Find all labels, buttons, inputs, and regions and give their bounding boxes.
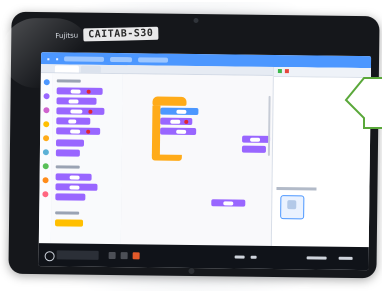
project-title-field[interactable] bbox=[64, 55, 105, 62]
task-view-icon[interactable] bbox=[108, 251, 116, 260]
camera-icon bbox=[193, 17, 199, 24]
category-events[interactable] bbox=[43, 121, 50, 128]
looks-block[interactable] bbox=[56, 127, 101, 135]
looks-block[interactable] bbox=[56, 117, 91, 125]
looks-block[interactable] bbox=[56, 97, 97, 105]
windows-taskbar bbox=[38, 243, 369, 271]
looks-block[interactable] bbox=[55, 193, 86, 201]
script-workspace[interactable] bbox=[120, 74, 273, 246]
looks-block[interactable] bbox=[55, 173, 92, 181]
looks-block[interactable] bbox=[241, 145, 266, 153]
volume-icon[interactable] bbox=[250, 255, 257, 259]
tab-costumes[interactable] bbox=[80, 65, 101, 73]
category-sound[interactable] bbox=[43, 107, 50, 114]
looks-block[interactable] bbox=[56, 87, 103, 95]
stop-icon[interactable] bbox=[284, 69, 289, 74]
workspace-scrollbar[interactable] bbox=[267, 95, 271, 156]
speech-callout-icon bbox=[344, 77, 382, 129]
taskbar-search-box[interactable] bbox=[56, 250, 99, 260]
events-block[interactable] bbox=[54, 219, 84, 227]
green-flag-icon[interactable] bbox=[277, 69, 282, 74]
see-project-page-button[interactable] bbox=[138, 56, 169, 63]
tablet-screen: ▪ ▪ bbox=[38, 52, 372, 271]
category-motion[interactable] bbox=[43, 79, 50, 86]
looks-block[interactable] bbox=[55, 139, 85, 147]
clock[interactable] bbox=[338, 256, 353, 260]
category-looks[interactable] bbox=[43, 93, 50, 100]
looks-block[interactable] bbox=[242, 135, 271, 143]
category-operators[interactable] bbox=[42, 163, 49, 170]
sprite-thumbnail[interactable] bbox=[280, 195, 305, 220]
looks-block[interactable] bbox=[55, 183, 98, 191]
sprite-icon bbox=[287, 200, 297, 210]
device-model-tag: CAITAB-S30 bbox=[83, 26, 159, 42]
looks-block[interactable] bbox=[160, 117, 193, 125]
sprite-info-bar bbox=[276, 187, 317, 191]
menu-item-edit[interactable]: ▪ bbox=[56, 56, 59, 61]
category-sensing[interactable] bbox=[42, 149, 49, 156]
taskbar-app-active-icon[interactable] bbox=[132, 252, 140, 260]
control-hat-block[interactable] bbox=[152, 96, 187, 106]
looks-block[interactable] bbox=[55, 149, 80, 157]
palette-heading bbox=[55, 165, 80, 169]
tab-code[interactable] bbox=[54, 65, 79, 73]
block-palette bbox=[50, 73, 124, 245]
taskbar-app-icon[interactable] bbox=[120, 252, 128, 260]
share-button[interactable] bbox=[110, 56, 133, 62]
category-control[interactable] bbox=[43, 135, 50, 142]
tray-icons[interactable] bbox=[234, 255, 245, 259]
palette-heading bbox=[56, 79, 81, 83]
device-brand: Fujitsu bbox=[55, 31, 79, 40]
windows-start-icon[interactable] bbox=[44, 251, 55, 262]
looks-block[interactable] bbox=[56, 107, 105, 115]
looks-block[interactable] bbox=[160, 127, 197, 136]
tablet-device: Fujitsu CAITAB-S30 ▪ ▪ bbox=[0, 11, 380, 279]
palette-heading bbox=[55, 211, 80, 215]
home-button[interactable] bbox=[188, 267, 195, 275]
motion-block[interactable] bbox=[160, 107, 199, 116]
category-my-blocks[interactable] bbox=[42, 191, 49, 198]
category-variables[interactable] bbox=[42, 177, 49, 184]
control-c-block-end[interactable] bbox=[151, 154, 182, 161]
photo-scene: Fujitsu CAITAB-S30 ▪ ▪ bbox=[0, 0, 382, 293]
looks-block[interactable] bbox=[211, 199, 246, 207]
device-label: Fujitsu CAITAB-S30 bbox=[55, 26, 159, 43]
tray-icons[interactable] bbox=[306, 256, 327, 260]
menu-item-file[interactable]: ▪ bbox=[47, 56, 50, 61]
